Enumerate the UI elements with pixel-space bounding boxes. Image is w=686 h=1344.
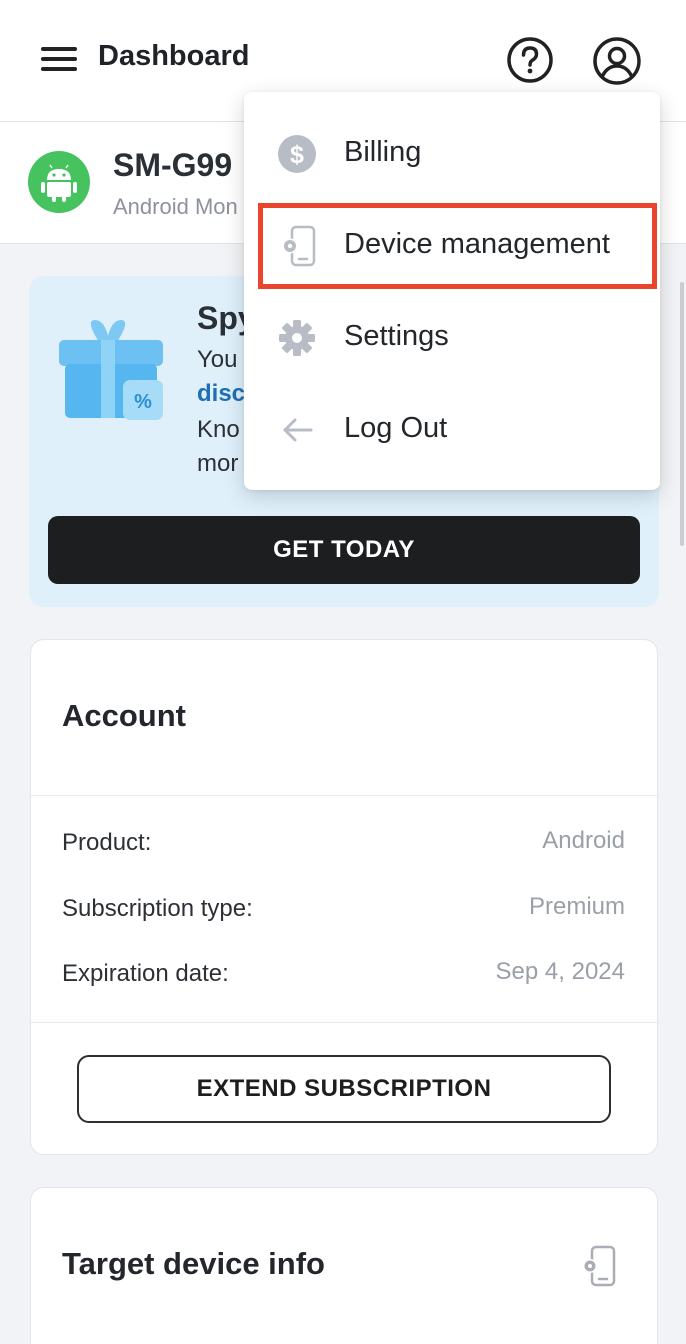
account-card: Account Product: Android Subscription ty… bbox=[30, 639, 659, 1155]
device-subtitle: Android Mon bbox=[113, 194, 238, 219]
menu-item-log-out[interactable]: Log Out bbox=[244, 384, 660, 476]
help-circle-icon[interactable] bbox=[506, 36, 554, 84]
promo-text-line: You bbox=[197, 346, 238, 373]
menu-label-billing: Billing bbox=[344, 136, 422, 168]
arrow-left-icon bbox=[276, 408, 320, 452]
gift-icon: % bbox=[55, 316, 167, 420]
gear-icon bbox=[276, 316, 320, 360]
target-device-title: Target device info bbox=[62, 1246, 325, 1281]
divider bbox=[31, 795, 659, 796]
menu-label-log-out: Log Out bbox=[344, 412, 448, 444]
highlight-box bbox=[258, 203, 657, 289]
get-today-button[interactable]: GET TODAY bbox=[48, 516, 640, 584]
android-icon bbox=[28, 151, 90, 213]
svg-text:$: $ bbox=[290, 141, 304, 169]
account-dropdown-menu: $ Billing Device management Settings Log… bbox=[244, 92, 660, 490]
hamburger-menu-icon[interactable] bbox=[41, 47, 77, 73]
promo-discount-link[interactable]: disc bbox=[197, 380, 245, 408]
product-label: Product: bbox=[62, 829, 152, 856]
expiration-date-value: Sep 4, 2024 bbox=[495, 958, 625, 985]
scrollbar[interactable] bbox=[680, 282, 684, 546]
account-circle-icon[interactable] bbox=[592, 36, 642, 86]
product-value: Android bbox=[542, 827, 625, 854]
divider bbox=[31, 1022, 659, 1023]
svg-text:%: % bbox=[134, 391, 152, 413]
device-settings-icon[interactable] bbox=[579, 1244, 619, 1288]
promo-text-line: Kno bbox=[197, 416, 240, 443]
account-title: Account bbox=[62, 698, 186, 733]
device-model: SM-G99 bbox=[113, 147, 233, 183]
menu-label-settings: Settings bbox=[344, 320, 449, 352]
dashboard-page: Dashboard SM-G99 Android Mon % Spy You d… bbox=[0, 0, 686, 1344]
menu-item-settings[interactable]: Settings bbox=[244, 292, 660, 384]
page-title: Dashboard bbox=[98, 40, 250, 72]
expiration-date-label: Expiration date: bbox=[62, 960, 229, 987]
target-device-card: Target device info bbox=[30, 1187, 658, 1344]
menu-item-billing[interactable]: $ Billing bbox=[244, 108, 660, 200]
subscription-type-value: Premium bbox=[528, 893, 625, 920]
promo-text-line: mor bbox=[197, 450, 239, 477]
dollar-circle-icon: $ bbox=[276, 132, 320, 176]
subscription-type-label: Subscription type: bbox=[62, 895, 253, 922]
extend-subscription-button[interactable]: EXTEND SUBSCRIPTION bbox=[77, 1055, 611, 1123]
